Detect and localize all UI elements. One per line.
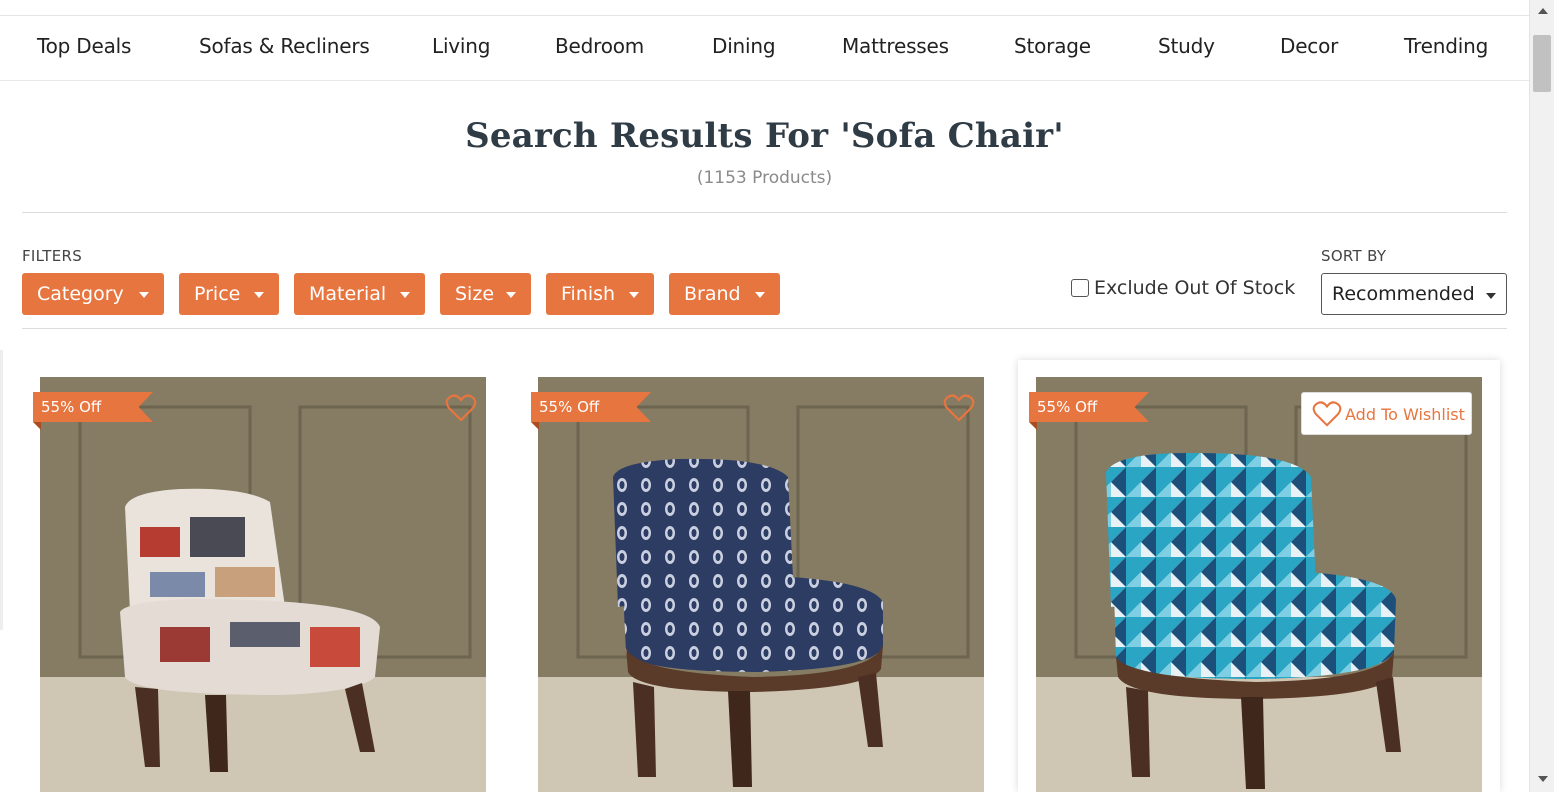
scroll-up-arrow-icon[interactable] xyxy=(1538,8,1548,14)
product-card[interactable]: 55% Off xyxy=(22,360,504,792)
sort-select[interactable]: Recommended xyxy=(1321,273,1507,315)
filter-price-button[interactable]: Price xyxy=(179,273,279,315)
discount-badge: 55% Off xyxy=(33,392,153,430)
scrollbar-thumb[interactable] xyxy=(1533,35,1551,92)
top-bar xyxy=(0,0,1529,16)
filter-material-button[interactable]: Material xyxy=(294,273,425,315)
caret-down-icon xyxy=(755,292,765,298)
discount-text: 55% Off xyxy=(41,398,102,416)
product-photo xyxy=(538,377,984,792)
filter-size-button[interactable]: Size xyxy=(440,273,531,315)
discount-badge: 55% Off xyxy=(1029,392,1149,430)
nav-item-top-deals[interactable]: Top Deals xyxy=(37,34,131,58)
nav-item-sofas-recliners[interactable]: Sofas & Recliners xyxy=(199,34,370,58)
caret-down-icon xyxy=(1486,293,1496,299)
exclude-out-of-stock-label: Exclude Out Of Stock xyxy=(1094,277,1296,299)
divider xyxy=(22,328,1507,329)
product-image[interactable] xyxy=(538,377,984,792)
sort-selected-value: Recommended xyxy=(1332,283,1475,305)
side-panel-edge xyxy=(0,350,3,630)
nav-item-trending[interactable]: Trending xyxy=(1404,34,1488,58)
filters-label: FILTERS xyxy=(22,247,83,265)
filter-category-button[interactable]: Category xyxy=(22,273,164,315)
wishlist-heart-icon[interactable] xyxy=(445,393,477,423)
caret-down-icon xyxy=(629,292,639,298)
product-card[interactable]: 55% Off Add To Wishlist xyxy=(1018,360,1500,792)
nav-item-living[interactable]: Living xyxy=(432,34,490,58)
product-image[interactable] xyxy=(1036,377,1482,792)
page-title: Search Results For 'Sofa Chair' xyxy=(465,116,1064,156)
filter-brand-label: Brand xyxy=(684,283,741,305)
product-card[interactable]: 55% Off xyxy=(520,360,1002,792)
filter-material-label: Material xyxy=(309,283,387,305)
nav-item-mattresses[interactable]: Mattresses xyxy=(842,34,949,58)
caret-down-icon xyxy=(139,292,149,298)
heart-icon xyxy=(1312,400,1342,432)
product-image[interactable] xyxy=(40,377,486,792)
wishlist-heart-icon[interactable] xyxy=(943,393,975,423)
product-photo xyxy=(1036,377,1482,792)
scroll-down-arrow-icon[interactable] xyxy=(1538,776,1548,782)
filter-category-label: Category xyxy=(37,283,124,305)
discount-badge: 55% Off xyxy=(531,392,651,430)
nav-item-study[interactable]: Study xyxy=(1158,34,1215,58)
product-count: (1153 Products) xyxy=(696,168,833,188)
sort-label: SORT BY xyxy=(1321,247,1387,265)
discount-text: 55% Off xyxy=(1037,398,1098,416)
nav-item-dining[interactable]: Dining xyxy=(712,34,776,58)
exclude-out-of-stock-checkbox[interactable] xyxy=(1071,279,1089,297)
product-photo xyxy=(40,377,486,792)
category-nav: Top Deals Sofas & Recliners Living Bedro… xyxy=(0,16,1529,81)
discount-text: 55% Off xyxy=(539,398,600,416)
divider xyxy=(22,212,1507,213)
nav-item-bedroom[interactable]: Bedroom xyxy=(555,34,644,58)
add-to-wishlist-button[interactable]: Add To Wishlist xyxy=(1301,392,1472,435)
caret-down-icon xyxy=(506,292,516,298)
filter-price-label: Price xyxy=(194,283,241,305)
add-to-wishlist-label: Add To Wishlist xyxy=(1345,405,1465,424)
exclude-out-of-stock[interactable]: Exclude Out Of Stock xyxy=(1071,277,1295,299)
filter-brand-button[interactable]: Brand xyxy=(669,273,780,315)
nav-item-storage[interactable]: Storage xyxy=(1014,34,1091,58)
filter-finish-button[interactable]: Finish xyxy=(546,273,654,315)
caret-down-icon xyxy=(400,292,410,298)
nav-item-decor[interactable]: Decor xyxy=(1280,34,1338,58)
filter-size-label: Size xyxy=(455,283,495,305)
vertical-scrollbar[interactable] xyxy=(1529,0,1554,792)
filter-finish-label: Finish xyxy=(561,283,616,305)
caret-down-icon xyxy=(254,292,264,298)
